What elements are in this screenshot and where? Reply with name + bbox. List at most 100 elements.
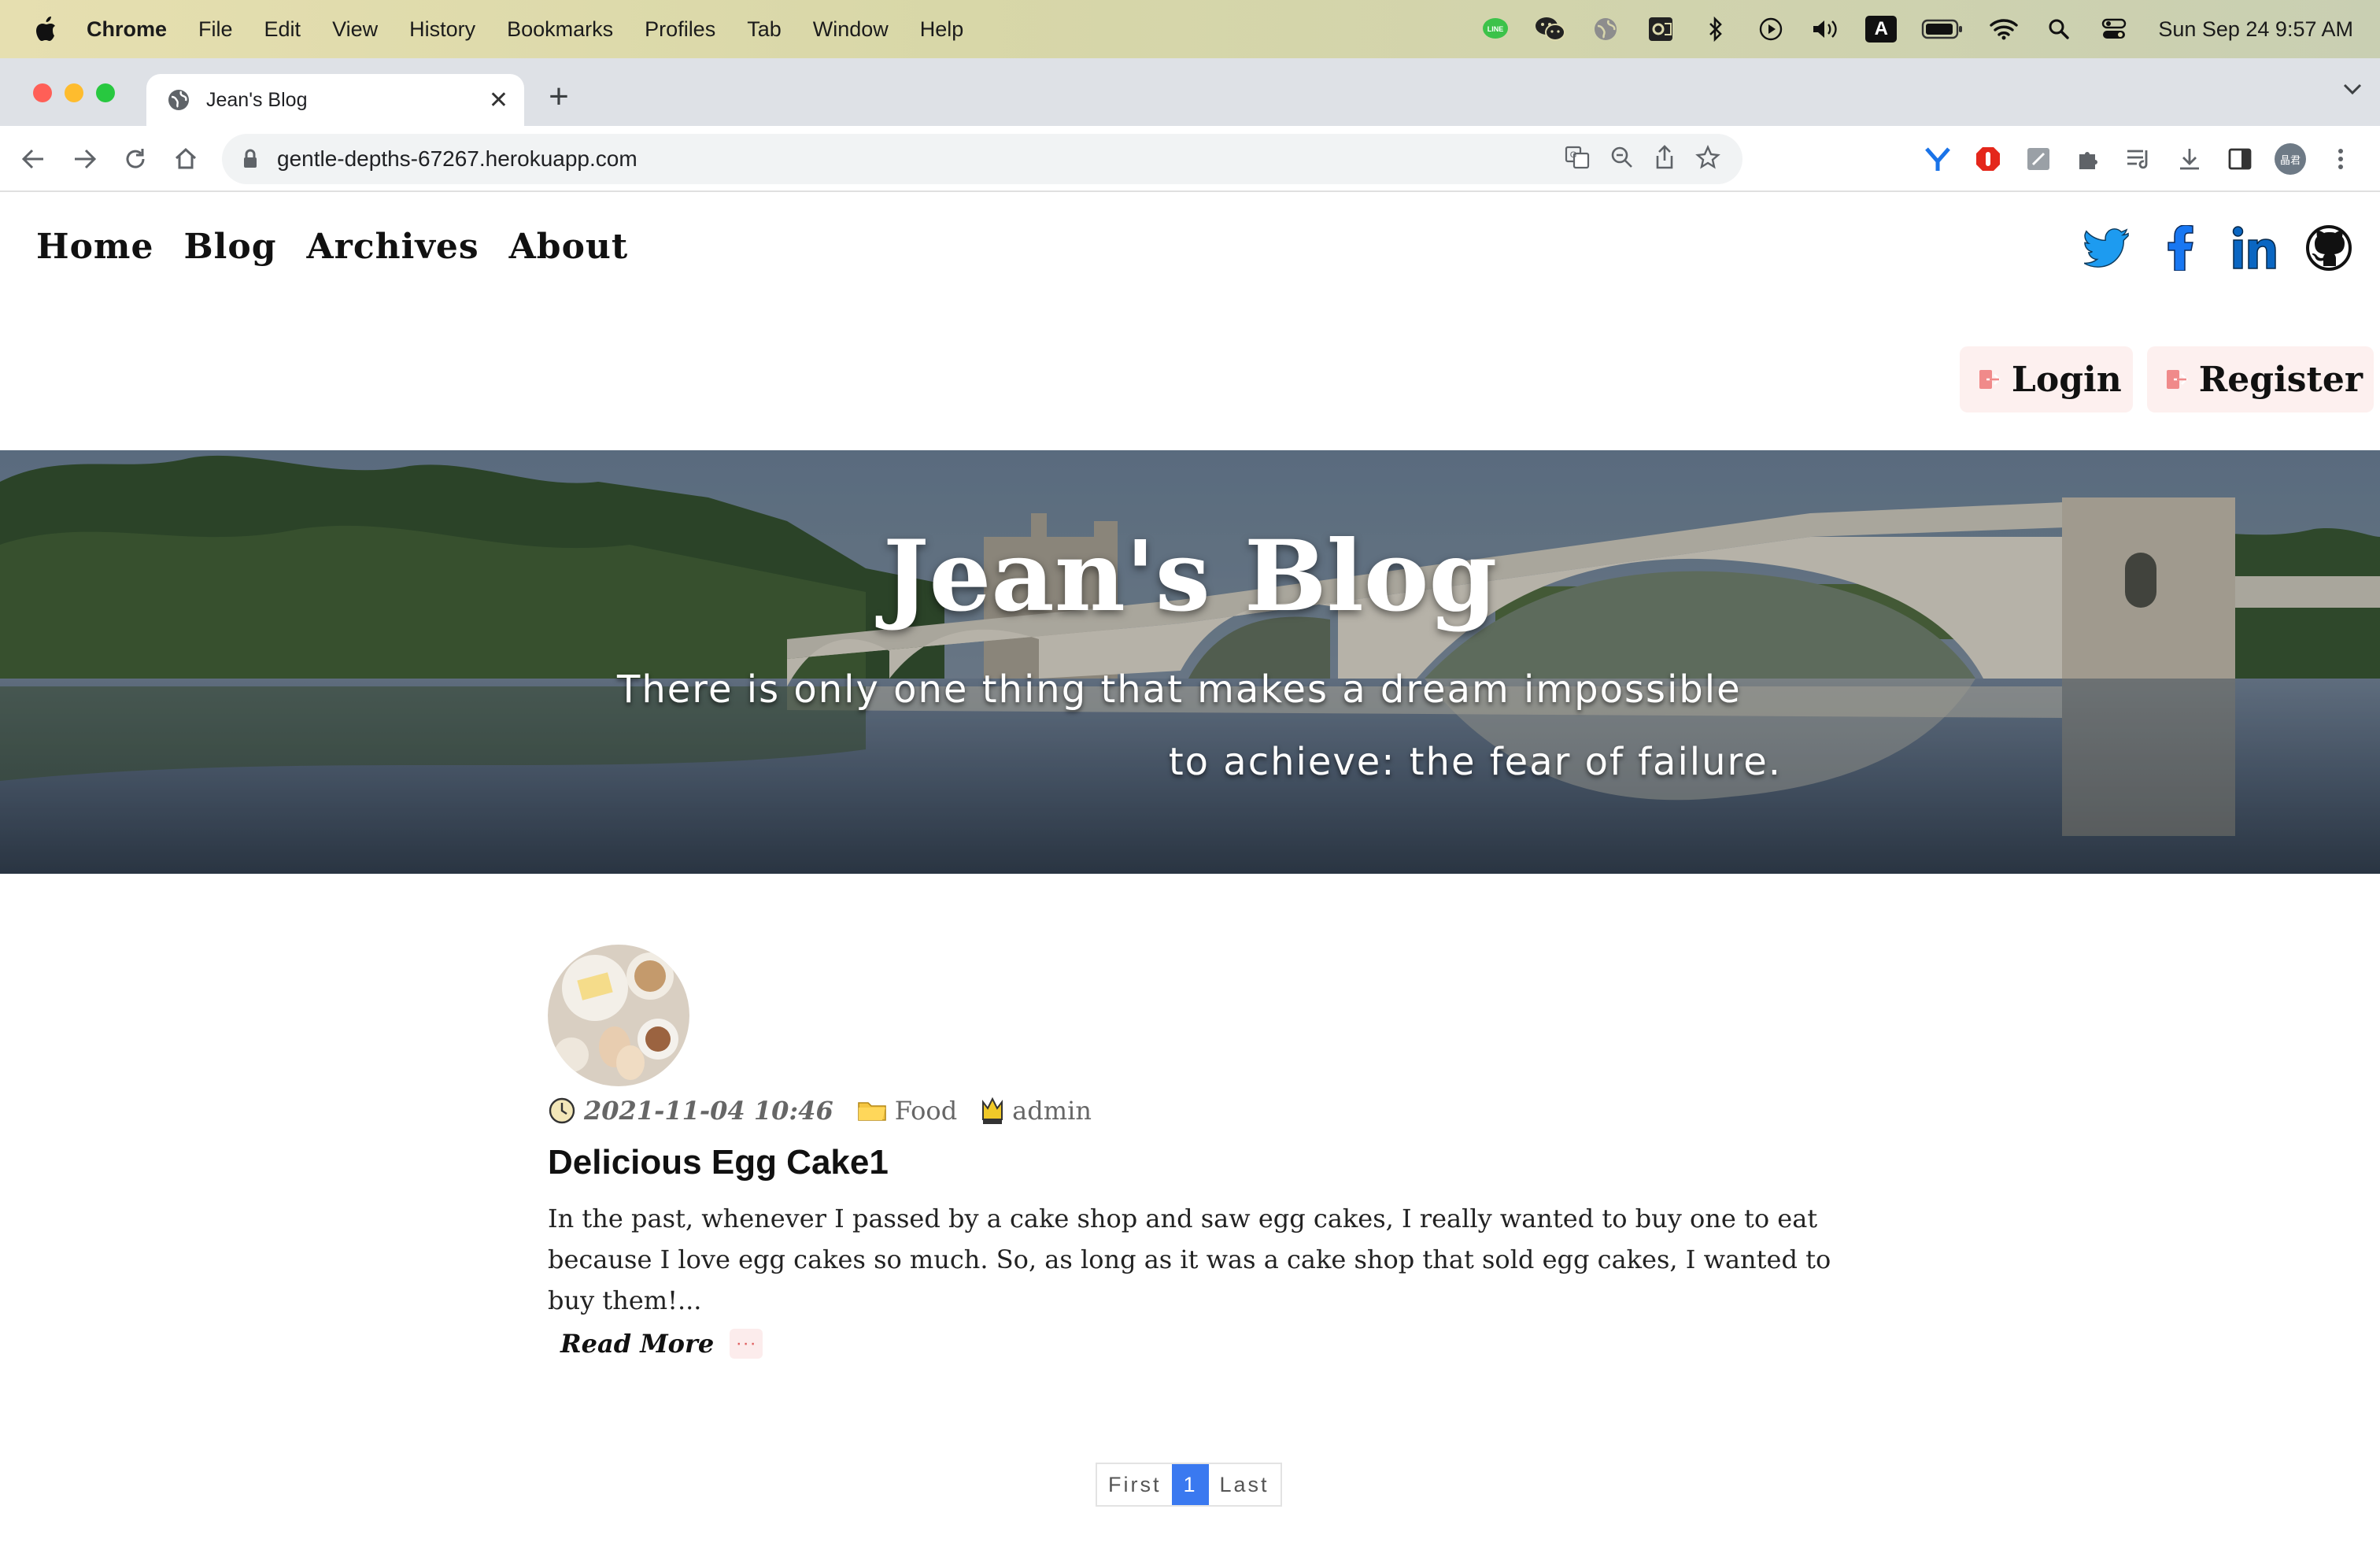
menu-help[interactable]: Help bbox=[920, 17, 964, 42]
blog-post-card: 2021-11-04 10:46 Food admin Delicious Eg… bbox=[548, 945, 1839, 1359]
input-source-icon[interactable]: A bbox=[1865, 13, 1898, 45]
macos-menubar: Chrome File Edit View History Bookmarks … bbox=[0, 0, 2380, 58]
wifi-icon[interactable] bbox=[1988, 13, 2020, 45]
home-icon[interactable] bbox=[170, 143, 201, 175]
battery-icon[interactable] bbox=[1920, 13, 1964, 45]
lock-icon[interactable] bbox=[242, 149, 258, 169]
post-author-text[interactable]: admin bbox=[1012, 1096, 1092, 1126]
globe-icon[interactable] bbox=[1590, 13, 1621, 45]
svg-text:LINE: LINE bbox=[1488, 25, 1504, 33]
bookmark-star-icon[interactable] bbox=[1695, 144, 1720, 174]
tab-search-icon[interactable] bbox=[2342, 82, 2363, 100]
hero-subtitle: There is only one thing that makes a dre… bbox=[617, 653, 1782, 798]
social-links bbox=[2084, 225, 2352, 271]
adblock-icon[interactable] bbox=[1971, 142, 2005, 176]
zoom-out-icon[interactable] bbox=[1610, 146, 1634, 173]
share-icon[interactable] bbox=[1654, 144, 1675, 174]
apple-icon[interactable] bbox=[30, 16, 61, 43]
clock-icon bbox=[549, 1097, 575, 1124]
new-tab-button[interactable]: + bbox=[543, 77, 575, 117]
forward-icon[interactable] bbox=[69, 143, 101, 175]
menu-bookmarks[interactable]: Bookmarks bbox=[507, 17, 613, 42]
profile-avatar[interactable]: 晶君 bbox=[2273, 142, 2308, 176]
nav-about[interactable]: About bbox=[509, 227, 629, 267]
outlook-icon[interactable] bbox=[1645, 13, 1676, 45]
volume-icon[interactable] bbox=[1810, 13, 1842, 45]
extension-y-icon[interactable] bbox=[1920, 142, 1955, 176]
nav-home[interactable]: Home bbox=[36, 227, 153, 267]
hero-subtitle-line1: There is only one thing that makes a dre… bbox=[617, 668, 1742, 712]
pagination-last[interactable]: Last bbox=[1209, 1464, 1281, 1505]
hero-banner: Jean's Blog There is only one thing that… bbox=[0, 450, 2380, 874]
menubar-clock[interactable]: Sun Sep 24 9:57 AM bbox=[2158, 17, 2353, 42]
crown-icon bbox=[982, 1097, 1003, 1124]
hero-title: Jean's Blog bbox=[882, 520, 1498, 634]
post-category-text[interactable]: Food bbox=[895, 1096, 957, 1126]
reading-list-icon[interactable] bbox=[2122, 142, 2156, 176]
twitter-icon[interactable] bbox=[2084, 225, 2130, 271]
facebook-icon[interactable] bbox=[2158, 225, 2204, 271]
menu-file[interactable]: File bbox=[198, 17, 233, 42]
pagination-first[interactable]: First bbox=[1097, 1464, 1172, 1505]
notes-extension-icon[interactable] bbox=[2021, 142, 2056, 176]
post-excerpt: In the past, whenever I passed by a cake… bbox=[548, 1204, 1831, 1315]
downloads-icon[interactable] bbox=[2172, 142, 2207, 176]
menu-window[interactable]: Window bbox=[813, 17, 889, 42]
post-title[interactable]: Delicious Egg Cake1 bbox=[548, 1143, 1839, 1182]
pagination-current-page[interactable]: 1 bbox=[1172, 1464, 1209, 1505]
folder-icon bbox=[857, 1102, 886, 1121]
window-minimize-button[interactable] bbox=[65, 83, 83, 102]
post-date: 2021-11-04 10:46 bbox=[548, 1096, 833, 1126]
register-icon bbox=[2164, 368, 2188, 391]
window-close-button[interactable] bbox=[33, 83, 52, 102]
pagination: First 1 Last bbox=[1096, 1463, 1282, 1507]
login-button[interactable]: Login bbox=[1959, 346, 2133, 412]
login-label: Login bbox=[2011, 359, 2122, 400]
menu-app-name[interactable]: Chrome bbox=[87, 17, 167, 42]
post-thumbnail[interactable] bbox=[548, 945, 689, 1086]
window-zoom-button[interactable] bbox=[96, 83, 115, 102]
svg-text:G: G bbox=[1570, 150, 1577, 160]
browser-tab[interactable]: Jean's Blog ✕ bbox=[146, 74, 524, 126]
register-button[interactable]: Register bbox=[2146, 346, 2374, 412]
chrome-menu-icon[interactable] bbox=[2323, 142, 2358, 176]
tab-title: Jean's Blog bbox=[206, 88, 308, 111]
github-icon[interactable] bbox=[2306, 225, 2352, 271]
translate-icon[interactable]: G bbox=[1565, 146, 1590, 173]
auth-buttons: Login Register bbox=[1959, 346, 2374, 412]
menu-history[interactable]: History bbox=[409, 17, 475, 42]
nav-blog[interactable]: Blog bbox=[183, 227, 276, 267]
more-dots-icon[interactable]: ··· bbox=[730, 1329, 763, 1359]
profile-label: 晶君 bbox=[2275, 143, 2306, 175]
linkedin-icon[interactable] bbox=[2232, 225, 2278, 271]
menu-edit[interactable]: Edit bbox=[264, 17, 301, 42]
back-icon[interactable] bbox=[17, 143, 49, 175]
post-date-text: 2021-11-04 10:46 bbox=[584, 1096, 833, 1126]
post-meta: 2021-11-04 10:46 Food admin bbox=[548, 1096, 1839, 1126]
site-globe-icon bbox=[168, 90, 189, 110]
address-bar[interactable]: gentle-depths-67267.herokuapp.com G bbox=[222, 134, 1743, 184]
now-playing-icon[interactable] bbox=[1755, 13, 1787, 45]
menu-view[interactable]: View bbox=[332, 17, 378, 42]
post-author[interactable]: admin bbox=[981, 1096, 1092, 1126]
input-source-label: A bbox=[1865, 16, 1898, 43]
read-more-row: Read More ··· bbox=[548, 1329, 1839, 1359]
tab-close-icon[interactable]: ✕ bbox=[489, 87, 508, 114]
control-center-icon[interactable] bbox=[2098, 13, 2130, 45]
read-more-link[interactable]: Read More bbox=[560, 1329, 714, 1359]
reload-icon[interactable] bbox=[120, 143, 151, 175]
bluetooth-icon[interactable] bbox=[1700, 13, 1731, 45]
extensions-puzzle-icon[interactable] bbox=[2071, 142, 2106, 176]
register-label: Register bbox=[2198, 359, 2363, 400]
spotlight-icon[interactable] bbox=[2043, 13, 2075, 45]
side-panel-icon[interactable] bbox=[2223, 142, 2257, 176]
line-icon[interactable]: LINE bbox=[1480, 13, 1511, 45]
site-nav: Home Blog Archives About bbox=[36, 227, 628, 267]
nav-archives[interactable]: Archives bbox=[307, 227, 479, 267]
wechat-icon[interactable] bbox=[1535, 13, 1566, 45]
url-text[interactable]: gentle-depths-67267.herokuapp.com bbox=[277, 146, 638, 172]
menu-profiles[interactable]: Profiles bbox=[645, 17, 715, 42]
menu-tab[interactable]: Tab bbox=[747, 17, 782, 42]
hero-subtitle-line2: to achieve: the fear of failure. bbox=[1168, 740, 1782, 784]
post-category[interactable]: Food bbox=[857, 1096, 957, 1126]
